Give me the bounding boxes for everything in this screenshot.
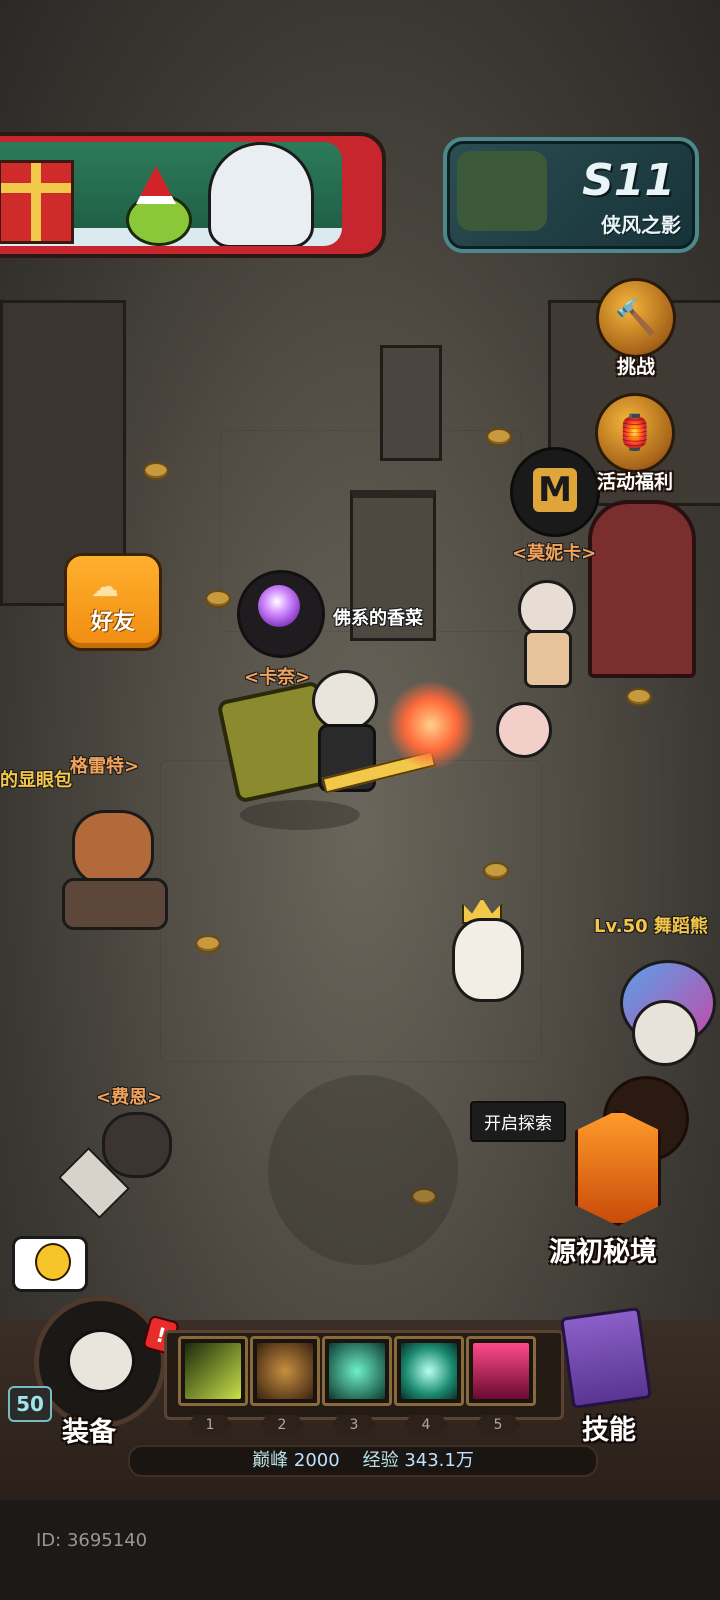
npc-name-fein: <费恩>	[96, 1087, 163, 1108]
slash-effect	[386, 680, 476, 770]
skill-slot-1[interactable]	[178, 1336, 248, 1406]
player-id: ID: 3695140	[36, 1530, 148, 1551]
explore-tooltip: 开启探索	[470, 1101, 566, 1142]
season-title: S11	[582, 155, 675, 206]
player-name-left: 的显眼包	[0, 770, 72, 791]
npc-body	[524, 630, 572, 688]
crown-m-icon: M	[533, 468, 577, 512]
season-badge[interactable]: S11 侠风之影	[443, 137, 699, 253]
hammer-icon: 🔨	[596, 278, 676, 358]
events-label: 活动福利	[596, 471, 673, 493]
skill-slot-5[interactable]	[466, 1336, 536, 1406]
realm-label: 源初秘境	[549, 1237, 657, 1268]
friends-button[interactable]: ☁ 好友	[64, 553, 162, 651]
hat-skill-icon	[257, 1343, 313, 1399]
npc-monica[interactable]	[512, 580, 576, 690]
other-player-dancing-bear[interactable]	[610, 940, 720, 1080]
slot-number: 2	[260, 1415, 304, 1435]
sword-skill-icon	[473, 1343, 529, 1399]
coin	[626, 688, 652, 706]
npc-fein[interactable]	[52, 1112, 172, 1220]
banner-scene	[0, 142, 342, 246]
avatar-face	[67, 1329, 135, 1393]
lantern-icon: 🏮	[595, 393, 675, 473]
npc-greta[interactable]	[52, 800, 172, 930]
peak-value: 2000	[293, 1450, 340, 1471]
skill-label: 技能	[582, 1415, 636, 1446]
level-badge: 50	[8, 1386, 52, 1422]
stats-line: 巅峰 2000 经验 343.1万	[128, 1445, 598, 1477]
slot-number: 4	[404, 1415, 448, 1435]
skill-slot-4[interactable]	[394, 1336, 464, 1406]
npc-name-kanai: <卡奈>	[244, 667, 311, 688]
player-title: 佛系的香菜	[333, 608, 423, 629]
girl-character	[208, 142, 314, 246]
virtual-joystick[interactable]	[268, 1075, 458, 1265]
exp-key: 经验	[362, 1450, 399, 1471]
coin	[205, 590, 231, 608]
npc-name-monica: <莫妮卡>	[512, 543, 597, 564]
season-subtitle: 侠风之影	[601, 213, 681, 237]
equipment-avatar-button[interactable]	[34, 1296, 166, 1428]
npc-name-greta: 格雷特>	[70, 756, 140, 777]
christmas-event-banner[interactable]	[0, 132, 386, 258]
npc-pink-pet[interactable]	[496, 702, 552, 758]
player-head	[632, 1000, 698, 1066]
wind-skill-icon	[329, 1343, 385, 1399]
equip-label: 装备	[62, 1417, 116, 1448]
challenge-button[interactable]: 🔨 挑战	[596, 278, 676, 379]
friends-label: 好友	[90, 610, 135, 635]
skill-book-button[interactable]	[559, 1306, 653, 1410]
slot-number: 1	[188, 1415, 232, 1435]
coin	[195, 935, 221, 953]
primordial-realm-button[interactable]: 源初秘境	[549, 1076, 713, 1268]
skull-gate-icon	[575, 1110, 661, 1226]
vortex-skill-icon	[401, 1343, 457, 1399]
emoji-chat-button[interactable]	[12, 1236, 88, 1292]
peak-key: 巅峰	[252, 1450, 289, 1471]
santa-hat-icon	[136, 166, 176, 204]
season-portrait	[457, 151, 547, 231]
exp-value: 343.1万	[404, 1450, 474, 1471]
lantern-post	[380, 345, 442, 461]
shrine	[588, 500, 696, 678]
npc-king-bird[interactable]	[448, 898, 524, 1002]
slot-number: 5	[476, 1415, 520, 1435]
npc-body	[62, 878, 168, 930]
slot-number: 3	[332, 1415, 376, 1435]
cloud-icon: ☁	[91, 570, 119, 603]
gift-box-icon	[0, 160, 74, 244]
challenge-label: 挑战	[616, 356, 655, 378]
skill-slot-2[interactable]	[250, 1336, 320, 1406]
orb-icon	[258, 585, 300, 627]
game-scene[interactable]: <莫妮卡> 佛系的香菜 <卡奈> 格雷特> 的显眼包 <费恩> Lv.50 舞蹈…	[0, 0, 720, 1500]
claw-skill-icon	[185, 1343, 241, 1399]
npc-head	[102, 1112, 172, 1178]
purple-orb-bubble[interactable]	[237, 570, 325, 658]
player-head	[312, 670, 378, 732]
npc-body	[452, 918, 524, 1002]
skill-slot-3[interactable]	[322, 1336, 392, 1406]
coin	[143, 462, 169, 480]
events-button[interactable]: 🏮 活动福利	[585, 393, 685, 494]
smiley-cat-icon	[35, 1243, 71, 1281]
other-player-name: Lv.50 舞蹈熊	[594, 916, 708, 937]
npc-head	[72, 810, 154, 886]
coin	[486, 428, 512, 446]
coin	[483, 862, 509, 880]
